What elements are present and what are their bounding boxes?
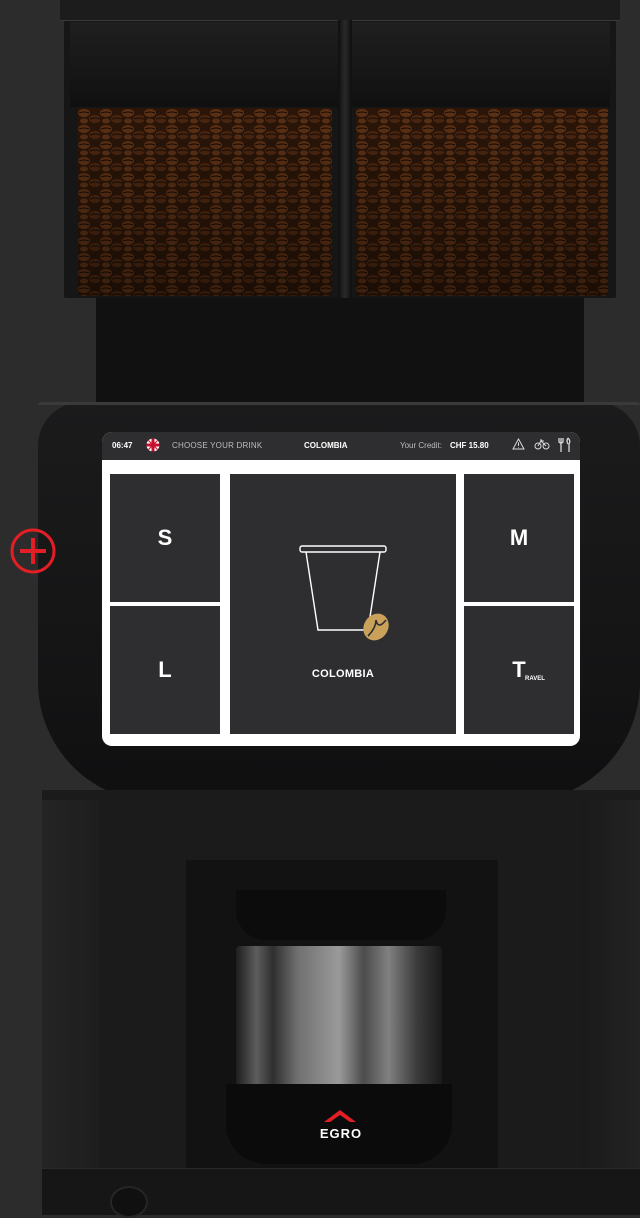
egro-logo-icon	[324, 1110, 356, 1122]
size-l-label: L	[158, 657, 172, 682]
coffee-bean-icon	[363, 613, 389, 641]
coffee-beans-image	[78, 108, 332, 296]
grinder-neck	[96, 298, 584, 408]
status-bar: 06:47 CHOOSE YOUR DRINK COLOMBIA Your Cr…	[102, 432, 580, 460]
brand-logo-text: EGRO	[319, 1126, 363, 1141]
size-travel-sublabel: RAVEL	[525, 676, 545, 682]
touch-screen: 06:47 CHOOSE YOUR DRINK COLOMBIA Your Cr…	[102, 432, 580, 746]
cup-icon	[299, 545, 389, 641]
bicycle-icon[interactable]	[534, 438, 550, 452]
side-panel-right	[582, 800, 640, 1214]
product-name: COLOMBIA	[311, 668, 375, 680]
add-plus-icon[interactable]	[8, 526, 58, 576]
choose-drink-label: CHOOSE YOUR DRINK	[172, 441, 263, 450]
credit-label: Your Credit:	[400, 441, 442, 450]
dispensing-spout	[236, 946, 442, 1094]
size-s-button[interactable]: S	[110, 474, 220, 602]
product-colombia-button[interactable]: COLOMBIA	[230, 474, 456, 734]
size-s-label: S	[157, 525, 173, 550]
size-t-label: T	[512, 657, 526, 682]
size-travel-button[interactable]: T RAVEL	[464, 606, 574, 734]
side-panel-left	[42, 800, 98, 1214]
uk-flag-icon[interactable]	[146, 438, 160, 454]
bean-bin-right	[356, 108, 608, 296]
bean-bin-left	[78, 108, 332, 296]
tools-icon[interactable]	[558, 437, 572, 455]
selected-product-label: COLOMBIA	[304, 441, 348, 450]
clock-time: 06:47	[112, 441, 133, 450]
size-m-button[interactable]: M	[464, 474, 574, 602]
head-rim	[38, 402, 640, 405]
spout-top	[236, 890, 446, 940]
spout-base	[226, 1084, 452, 1164]
credit-value: CHF 15.80	[450, 441, 489, 450]
warning-icon[interactable]	[512, 437, 525, 452]
size-l-button[interactable]: L	[110, 606, 220, 734]
power-button[interactable]	[110, 1186, 148, 1218]
coffee-beans-image	[356, 108, 608, 296]
hopper-lid	[60, 0, 620, 21]
size-m-label: M	[509, 525, 529, 550]
